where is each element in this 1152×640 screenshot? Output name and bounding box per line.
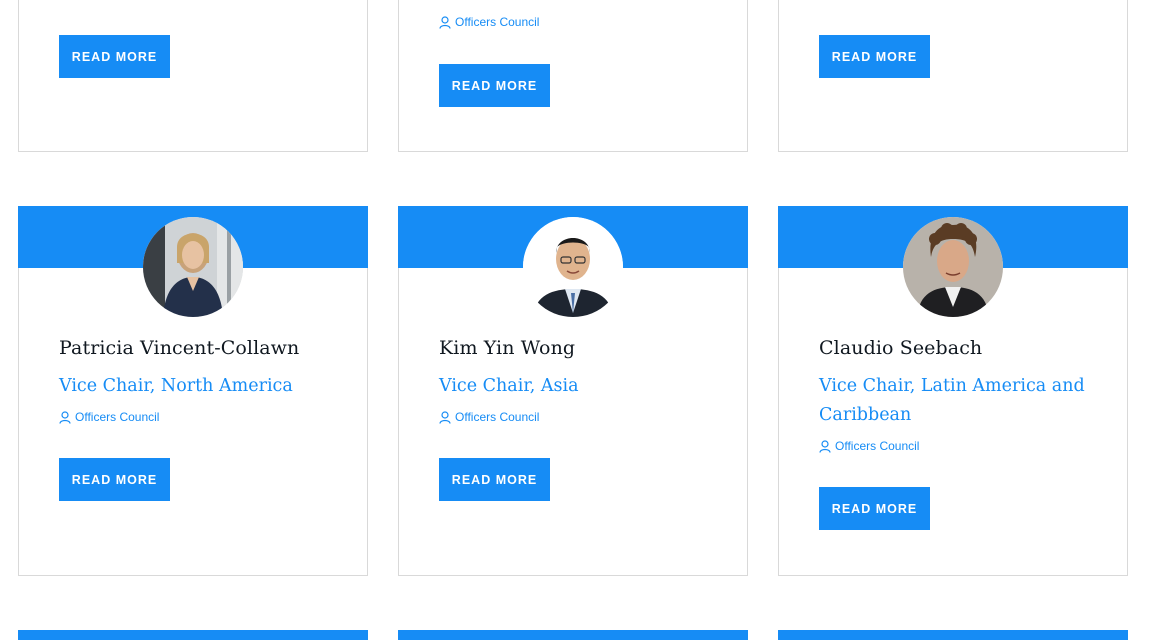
officer-role: Vice Chair, Asia [439,376,579,396]
officers-grid: READ MORE Officers Council READ MORE REA… [0,0,1152,640]
officer-role: Vice Chair, Latin America and Caribbean [819,376,1085,425]
avatar [523,217,623,317]
council-label: Officers Council [455,410,540,424]
council-label: Officers Council [455,15,540,29]
read-more-button[interactable]: READ MORE [59,35,170,78]
read-more-button[interactable]: READ MORE [59,458,170,501]
officer-card [398,630,748,640]
officer-role: Vice Chair, North America [59,376,293,396]
officer-name: Claudio Seebach [819,337,983,359]
officer-card [778,630,1128,640]
officer-card: Kim Yin Wong Vice Chair, Asia Officers C… [398,206,748,576]
council-tag: Officers Council [819,439,919,453]
officer-card: READ MORE [18,0,368,152]
council-tag: Officers Council [439,410,539,424]
officer-name: Patricia Vincent-Collawn [59,337,300,359]
officer-name: Kim Yin Wong [439,337,576,359]
person-icon [819,439,831,453]
officer-card: Officers Council READ MORE [398,0,748,152]
person-icon [439,410,451,424]
council-tag: Officers Council [59,410,159,424]
read-more-button[interactable]: READ MORE [819,487,930,530]
card-header-band [778,630,1128,640]
read-more-button[interactable]: READ MORE [819,35,930,78]
officer-card: Claudio Seebach Vice Chair, Latin Americ… [778,206,1128,576]
officer-card [18,630,368,640]
officer-card: Patricia Vincent-Collawn Vice Chair, Nor… [18,206,368,576]
council-label: Officers Council [835,439,920,453]
officer-card: READ MORE [778,0,1128,152]
person-icon [59,410,71,424]
card-header-band [18,630,368,640]
avatar [903,217,1003,317]
avatar [143,217,243,317]
person-icon [439,15,451,29]
council-tag: Officers Council [439,15,539,29]
read-more-button[interactable]: READ MORE [439,64,550,107]
council-label: Officers Council [75,410,160,424]
card-header-band [398,630,748,640]
read-more-button[interactable]: READ MORE [439,458,550,501]
